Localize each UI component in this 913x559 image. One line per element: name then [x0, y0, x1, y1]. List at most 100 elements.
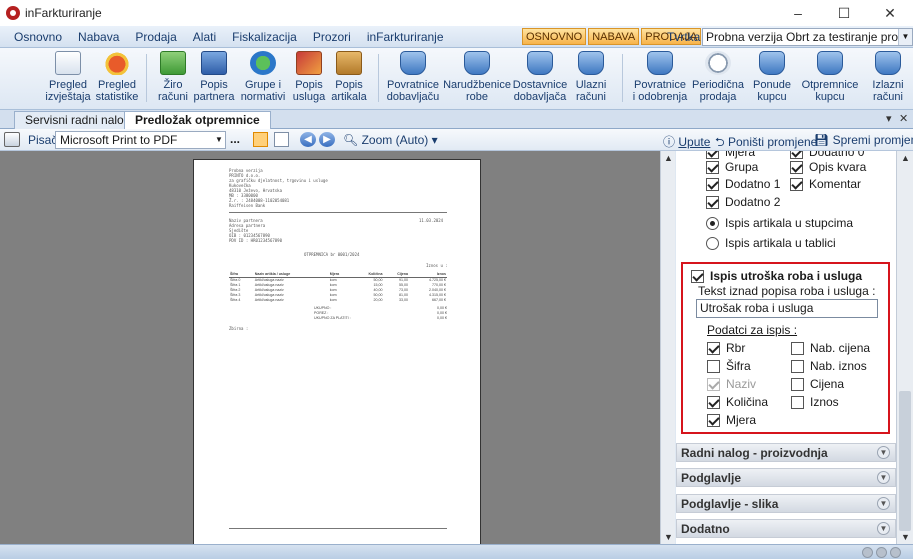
- checkbox-rbr[interactable]: Rbr: [707, 341, 745, 355]
- scroll-down-icon[interactable]: ▼: [898, 530, 913, 544]
- scroll-thumb[interactable]: [899, 391, 911, 531]
- report-icon: [55, 51, 81, 75]
- checkbox-box[interactable]: [790, 151, 803, 159]
- checkbox-mjera[interactable]: Mjera: [706, 151, 755, 159]
- two-page-view-icon[interactable]: [274, 132, 289, 147]
- checkbox-box[interactable]: [706, 195, 719, 209]
- close-button[interactable]: ✕: [867, 0, 913, 26]
- help-link[interactable]: ⓘ Upute: [663, 133, 710, 150]
- scroll-down-icon[interactable]: ▼: [661, 530, 676, 544]
- checkbox-box[interactable]: [707, 413, 720, 427]
- ribbon-ponude-kupcu[interactable]: Ponude kupcu: [752, 50, 792, 108]
- save-changes-button[interactable]: 💾︎ Spremi promjene: [814, 133, 913, 147]
- menu-fiskalizacija[interactable]: Fiskalizacija: [224, 30, 305, 44]
- ribbon-pregled-izvjestaja[interactable]: Pregled izvještaja: [44, 50, 92, 108]
- checkbox-dodatno-0[interactable]: Dodatno 0: [790, 151, 864, 159]
- ribbon-povratnice-dobavljacu[interactable]: Povratnice dobavljaču: [385, 50, 441, 108]
- checkbox-dodatno-1[interactable]: Dodatno 1: [706, 177, 780, 191]
- ribbon-label: Povratnice i odobrenja: [632, 79, 688, 103]
- section-podglavlje-slika[interactable]: Podglavlje - slika ▼: [676, 494, 896, 513]
- checkbox-box[interactable]: [791, 377, 804, 391]
- checkbox-grupa[interactable]: Grupa: [706, 160, 758, 174]
- single-page-view-icon[interactable]: [253, 132, 268, 147]
- radio-button[interactable]: [706, 236, 719, 250]
- radio-ispis-stupci[interactable]: Ispis artikala u stupcima: [706, 216, 853, 230]
- printer-select[interactable]: Microsoft Print to PDF ▼: [55, 131, 226, 149]
- menu-alati[interactable]: Alati: [185, 30, 224, 44]
- ribbon-popis-artikala[interactable]: Popis artikala: [330, 50, 368, 108]
- tab-list-dropdown-icon[interactable]: ▾: [886, 112, 892, 125]
- printer-icon[interactable]: [4, 132, 20, 147]
- expand-chevron-icon[interactable]: ▼: [877, 446, 890, 459]
- checkbox-komentar[interactable]: Komentar: [790, 177, 861, 191]
- checkbox-opis-kvara[interactable]: Opis kvara: [790, 160, 866, 174]
- ribbon-otpremnice-kupcu[interactable]: Otpremnice kupcu: [801, 50, 859, 108]
- radio-button[interactable]: [706, 216, 719, 230]
- menu-prodaja[interactable]: Prodaja: [127, 30, 184, 44]
- ribbon-narudzbenice-robe[interactable]: Narudžbenice robe: [443, 50, 511, 108]
- checkbox-box[interactable]: [706, 160, 719, 174]
- ribbon-label: Narudžbenice robe: [443, 79, 511, 103]
- ribbon-grupe-normativi[interactable]: Grupe i normativi: [240, 50, 286, 108]
- next-page-icon[interactable]: ▶: [319, 132, 335, 147]
- ribbon-popis-usluga[interactable]: Popis usluga: [291, 50, 327, 108]
- previous-page-icon[interactable]: ◀: [300, 132, 316, 147]
- zoom-dropdown[interactable]: 🔍︎ Zoom (Auto) ▾: [343, 133, 438, 147]
- section-dodatno[interactable]: Dodatno ▼: [676, 519, 896, 538]
- minimize-button[interactable]: –: [775, 0, 821, 26]
- checkbox-sifra[interactable]: Šifra: [707, 359, 751, 373]
- expand-chevron-icon[interactable]: ▼: [877, 497, 890, 510]
- panel-scrollbar[interactable]: ▲ ▼: [896, 151, 913, 544]
- dropdown-arrow-icon[interactable]: ▼: [898, 29, 912, 45]
- radio-ispis-tablica[interactable]: Ispis artikala u tablici: [706, 236, 836, 250]
- checkbox-box[interactable]: [791, 395, 804, 409]
- scroll-up-icon[interactable]: ▲: [898, 151, 913, 165]
- checkbox-cijena[interactable]: Cijena: [791, 377, 844, 391]
- ribbon-povratnice-odobrenja[interactable]: Povratnice i odobrenja: [632, 50, 688, 108]
- checkbox-box[interactable]: [707, 395, 720, 409]
- ribbon-dostavnice-dobavljaca[interactable]: Dostavnice dobavljača: [512, 50, 568, 108]
- printer-settings-button[interactable]: ...: [230, 132, 240, 146]
- tag-nabava[interactable]: NABAVA: [588, 28, 640, 45]
- ribbon-ulazni-racuni[interactable]: Ulazni računi: [573, 50, 609, 108]
- tag-osnovno[interactable]: OSNOVNO: [522, 28, 587, 45]
- checkbox-box[interactable]: [790, 160, 803, 174]
- utrosak-group-checkbox[interactable]: Ispis utroška roba i usluga: [691, 269, 862, 283]
- dropdown-arrow-icon[interactable]: ▼: [213, 132, 225, 148]
- checkbox-box[interactable]: [707, 359, 720, 373]
- checkbox-mjera-utrosak[interactable]: Mjera: [707, 413, 756, 427]
- maximize-button[interactable]: ☐: [821, 0, 867, 26]
- expand-chevron-icon[interactable]: ▼: [877, 522, 890, 535]
- checkbox-dodatno-2[interactable]: Dodatno 2: [706, 195, 780, 209]
- checkbox-box[interactable]: [706, 151, 719, 159]
- checkbox-box[interactable]: [706, 177, 719, 191]
- ribbon-periodicna-prodaja[interactable]: Periodična prodaja: [692, 50, 744, 108]
- checkbox-box[interactable]: [707, 341, 720, 355]
- checkbox-box[interactable]: [691, 269, 704, 283]
- ribbon-popis-partnera[interactable]: Popis partnera: [193, 50, 235, 108]
- tab-close-icon[interactable]: ✕: [899, 112, 908, 125]
- ribbon-ziro-racuni[interactable]: Žiro računi: [155, 50, 191, 108]
- text-above-input[interactable]: Utrošak roba i usluga: [696, 299, 878, 318]
- menu-infarkturiranje[interactable]: inFarkturiranje: [359, 30, 452, 44]
- checkbox-nab-iznos[interactable]: Nab. iznos: [791, 359, 867, 373]
- menu-prozori[interactable]: Prozori: [305, 30, 359, 44]
- firm-select[interactable]: Probna verzija Obrt za testiranje progra…: [702, 28, 913, 46]
- scroll-up-icon[interactable]: ▲: [661, 151, 676, 165]
- section-podglavlje[interactable]: Podglavlje ▼: [676, 468, 896, 487]
- menu-osnovno[interactable]: Osnovno: [0, 30, 70, 44]
- expand-chevron-icon[interactable]: ▼: [877, 471, 890, 484]
- checkbox-box[interactable]: [791, 359, 804, 373]
- pie-chart-icon: [104, 51, 130, 75]
- checkbox-kolicina[interactable]: Količina: [707, 395, 768, 409]
- checkbox-nab-cijena[interactable]: Nab. cijena: [791, 341, 870, 355]
- preview-scrollbar[interactable]: ▲ ▼: [660, 151, 675, 544]
- checkbox-box[interactable]: [790, 177, 803, 191]
- section-radni-nalog-proizvodnja[interactable]: Radni nalog - proizvodnja ▼: [676, 443, 896, 462]
- ribbon-pregled-statistike[interactable]: Pregled statistike: [95, 50, 139, 108]
- ribbon-izlazni-racuni[interactable]: Izlazni računi: [868, 50, 908, 108]
- checkbox-box[interactable]: [791, 341, 804, 355]
- menu-nabava[interactable]: Nabava: [70, 30, 127, 44]
- checkbox-iznos[interactable]: Iznos: [791, 395, 839, 409]
- tab-predlozak-otpremnice[interactable]: Predložak otpremnice: [124, 111, 271, 130]
